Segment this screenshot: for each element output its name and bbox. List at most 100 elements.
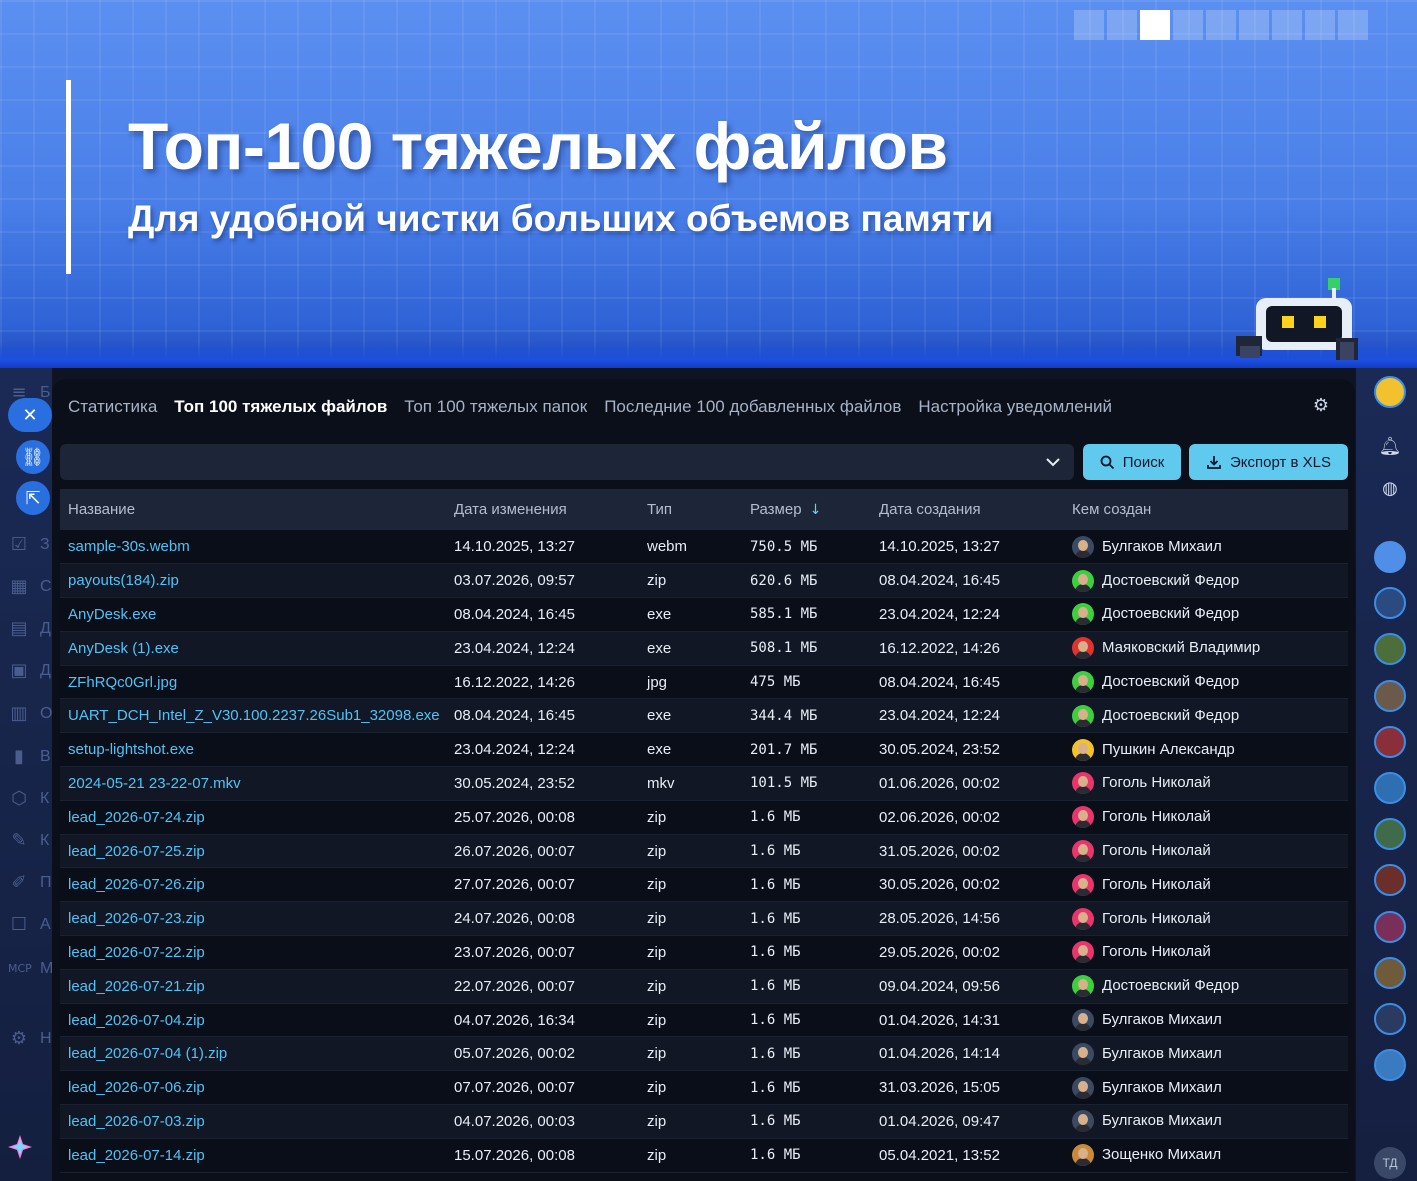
open-external-button[interactable]: ⇱ [16,481,50,515]
file-name-link[interactable]: UART_DCH_Intel_Z_V30.100.2237.26Sub1_320… [68,707,440,724]
robot-icon[interactable]: ☐ [8,914,30,936]
contact-avatar[interactable] [1374,910,1406,943]
table-row[interactable]: AnyDesk.exe 08.04.2024, 16:45 exe 585.1 МБ 2… [60,597,1348,632]
table-row[interactable]: lead_2026-07-21.zip 22.07.2026, 00:07 zip 1… [60,969,1348,1004]
author-cell[interactable]: Гоголь Николай [1064,902,1348,936]
author-cell[interactable]: Булгаков Михаил [1064,1037,1348,1071]
author-cell[interactable]: Гоголь Николай [1064,936,1348,970]
export-xls-button[interactable]: Экспорт в XLS [1189,444,1348,480]
column-header-name[interactable]: Название [60,489,446,530]
table-row[interactable]: AnyDesk (1).exe 23.04.2024, 12:24 exe 508.1… [60,631,1348,666]
table-row[interactable]: lead_2026-07-06.zip 07.07.2026, 00:07 zip 1… [60,1070,1348,1105]
pager-dot[interactable] [1272,10,1302,40]
search-button[interactable]: Поиск [1083,444,1181,480]
file-name-link[interactable]: ZFhRQc0Grl.jpg [68,674,177,691]
gear-icon[interactable]: ⚙ [1310,395,1332,417]
tab-item[interactable]: Последние 100 добавленных файлов [604,397,901,417]
user-avatar[interactable] [1374,376,1406,408]
file-name-link[interactable]: lead_2026-07-04.zip [68,1012,205,1029]
table-row[interactable]: setup-lightshot.exe 23.04.2024, 12:24 exe 2… [60,732,1348,767]
contact-avatar[interactable] [1374,818,1406,851]
contact-avatar[interactable] [1374,725,1406,758]
calendar-icon[interactable]: ▥ [8,703,30,725]
bell-icon[interactable]: 🔔︎ [1376,433,1404,461]
table-row[interactable]: payouts(184).zip 03.07.2026, 09:57 zip 620.… [60,563,1348,598]
file-name-link[interactable]: lead_2026-07-03.zip [68,1113,205,1130]
column-header-created[interactable]: Дата создания [871,489,1064,530]
file-name-link[interactable]: AnyDesk (1).exe [68,640,179,657]
table-row[interactable]: lead_2026-07-04 (1).zip 05.07.2026, 00:02… [60,1036,1348,1071]
pager-dot[interactable] [1107,10,1137,40]
file-name-link[interactable]: 2024-05-21 23-22-07.mkv [68,775,241,792]
file-name-link[interactable]: lead_2026-07-14.zip [68,1147,205,1164]
settings-icon[interactable]: ⚙ [8,1028,30,1050]
author-cell[interactable]: Достоевский Федор [1064,699,1348,733]
author-cell[interactable]: Булгаков Михаил [1064,1071,1348,1105]
contact-avatar[interactable] [1374,1049,1406,1082]
author-cell[interactable]: Достоевский Федор [1064,969,1348,1003]
file-name-link[interactable]: setup-lightshot.exe [68,741,194,758]
contact-avatar[interactable] [1374,956,1406,989]
file-name-link[interactable]: lead_2026-07-23.zip [68,910,205,927]
file-name-link[interactable]: sample-30s.webm [68,538,190,555]
column-header-modified[interactable]: Дата изменения [446,489,639,530]
document-icon[interactable]: ▤ [8,618,30,640]
file-name-link[interactable]: lead_2026-07-25.zip [68,843,205,860]
tab-item[interactable]: Настройка уведомлений [918,397,1112,417]
author-cell[interactable]: Достоевский Федор [1064,598,1348,632]
file-name-link[interactable]: lead_2026-07-22.zip [68,944,205,961]
table-row[interactable]: lead_2026-07-04.zip 04.07.2026, 16:34 zip 1… [60,1003,1348,1037]
pager-dot[interactable] [1206,10,1236,40]
mcp-icon[interactable]: MCP [8,958,32,980]
hexagon-icon[interactable]: ⬡ [8,788,30,810]
building-icon[interactable]: ▦ [8,576,30,598]
file-name-link[interactable]: AnyDesk.exe [68,606,156,623]
tab-item[interactable]: Статистика [68,397,157,417]
chat-search-icon[interactable]: ◍ [1376,475,1404,503]
table-row[interactable]: 2024-05-21 23-22-07.mkv 30.05.2024, 23:52… [60,766,1348,801]
table-row[interactable]: lead_2026-07-24.zip 25.07.2026, 00:08 zip 1… [60,800,1348,835]
id-card-icon[interactable]: ▣ [8,660,30,682]
author-cell[interactable]: Булгаков Михаил [1064,1003,1348,1037]
table-row[interactable]: lead_2026-07-23.zip 24.07.2026, 00:08 zip 1… [60,901,1348,936]
link-button[interactable]: ⛓ [16,440,50,474]
contact-avatar[interactable] [1374,679,1406,712]
author-cell[interactable]: Гоголь Николай [1064,868,1348,902]
contact-avatar[interactable] [1374,587,1406,620]
contact-avatar[interactable] [1374,1003,1406,1035]
pager-dot[interactable] [1074,10,1104,40]
table-row[interactable]: lead_2026-07-26.zip 27.07.2026, 00:07 zip 1… [60,867,1348,902]
author-cell[interactable]: Гоголь Николай [1064,834,1348,868]
table-row[interactable]: ZFhRQc0Grl.jpg 16.12.2022, 14:26 jpg 475 МБ… [60,665,1348,699]
column-header-author[interactable]: Кем создан [1064,489,1348,530]
author-cell[interactable]: Булгаков Михаил [1064,530,1348,564]
table-row[interactable]: lead_2026-07-22.zip 23.07.2026, 00:07 zip 1… [60,935,1348,970]
bar-chart-icon[interactable]: ▮ [8,746,30,768]
file-name-link[interactable]: lead_2026-07-06.zip [68,1079,205,1096]
table-row[interactable]: lead_2026-07-14.zip 15.07.2026, 00:08 zip 1… [60,1138,1348,1173]
user-initials-avatar[interactable]: ТД [1374,1147,1406,1179]
column-header-size[interactable]: Размер ↓ [742,489,871,530]
pager-dot[interactable] [1239,10,1269,40]
table-row[interactable]: sample-30s.webm 14.10.2025, 13:27 webm 750.… [60,530,1348,564]
app-logo-icon[interactable] [6,1133,34,1161]
file-name-link[interactable]: lead_2026-07-21.zip [68,978,205,995]
file-name-link[interactable]: lead_2026-07-24.zip [68,809,205,826]
file-name-link[interactable]: lead_2026-07-04 (1).zip [68,1045,227,1062]
author-cell[interactable]: Пушкин Александр [1064,733,1348,767]
pager-dot[interactable] [1140,10,1170,40]
author-cell[interactable]: Маяковский Владимир [1064,631,1348,665]
filter-select[interactable] [60,444,1074,480]
column-header-type[interactable]: Тип [639,489,742,530]
close-pill-button[interactable]: ✕ [8,398,52,432]
author-cell[interactable]: Достоевский Федор [1064,564,1348,598]
contact-avatar[interactable] [1374,541,1406,573]
pager-dot[interactable] [1338,10,1368,40]
pager-dot[interactable] [1173,10,1203,40]
tab-item[interactable]: Топ 100 тяжелых файлов [174,397,387,417]
table-row[interactable]: UART_DCH_Intel_Z_V30.100.2237.26Sub1_320… [60,698,1348,733]
author-cell[interactable]: Гоголь Николай [1064,767,1348,801]
author-cell[interactable]: Гоголь Николай [1064,800,1348,834]
tab-item[interactable]: Топ 100 тяжелых папок [404,397,587,417]
checkbox-icon[interactable]: ☑ [8,534,30,556]
